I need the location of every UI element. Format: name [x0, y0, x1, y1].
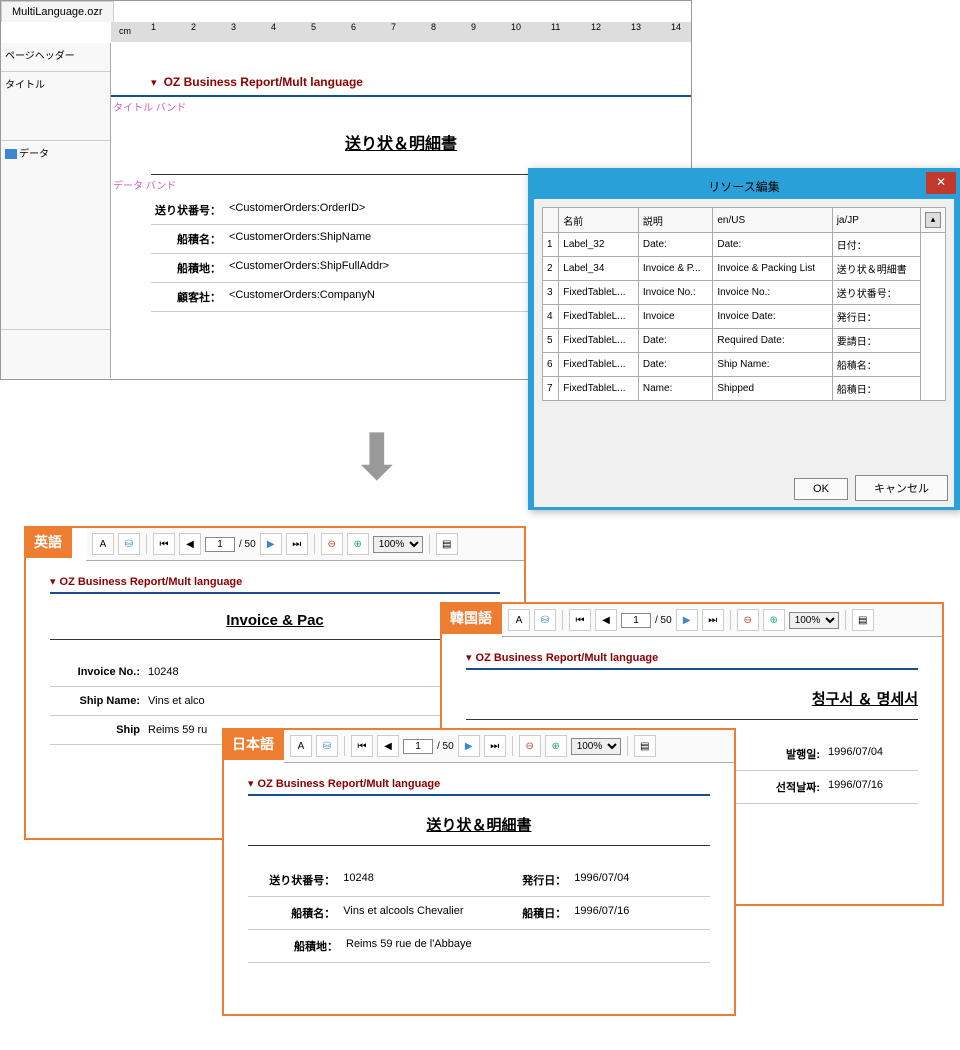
table-row: 7FixedTableL...Name:Shipped船積日： [543, 377, 946, 401]
zoom-out-icon[interactable]: ⊖ [321, 533, 343, 555]
page-input[interactable] [621, 613, 651, 628]
preview-japanese: 日本語 A ⛁ ⏮ ◀ / 50 ▶ ⏭ ⊖ ⊕ 100% ▤ ▾OZ Busi… [222, 728, 736, 1016]
lang-tag-en: 英語 [24, 526, 72, 558]
first-page-icon[interactable]: ⏮ [569, 609, 591, 631]
prev-page-icon[interactable]: ◀ [179, 533, 201, 555]
ruler-unit: cm [119, 26, 131, 36]
lang-tag-ja: 日本語 [222, 728, 284, 760]
title-band-label: タイトル バンド [111, 97, 691, 116]
tool-extra-icon[interactable]: ▤ [634, 735, 656, 757]
page-input[interactable] [403, 739, 433, 754]
next-page-icon[interactable]: ▶ [458, 735, 480, 757]
page-header-band[interactable]: ▾ OZ Business Report/Mult language [111, 69, 691, 97]
preview-toolbar: A ⛁ ⏮ ◀ / 50 ▶ ⏭ ⊖ ⊕ 100% ▤ [502, 604, 942, 637]
page-input[interactable] [205, 537, 235, 552]
table-row: 3FixedTableL...Invoice No.:Invoice No.:送… [543, 281, 946, 305]
doc-title-en: Invoice & Pac [50, 612, 500, 640]
zoom-in-icon[interactable]: ⊕ [763, 609, 785, 631]
close-button[interactable]: ✕ [926, 172, 956, 194]
first-page-icon[interactable]: ⏮ [153, 533, 175, 555]
tool-a-icon[interactable]: A [508, 609, 530, 631]
tool-extra-icon[interactable]: ▤ [436, 533, 458, 555]
zoom-select[interactable]: 100% [789, 612, 839, 629]
table-row: 1Label_32Date:Date:日付： [543, 233, 946, 257]
header-text: OZ Business Report/Mult language [164, 75, 363, 89]
zoom-in-icon[interactable]: ⊕ [545, 735, 567, 757]
sidebar-title[interactable]: タイトル [1, 72, 110, 141]
scroll-up-icon[interactable]: ▴ [925, 212, 941, 228]
zoom-in-icon[interactable]: ⊕ [347, 533, 369, 555]
last-page-icon[interactable]: ⏭ [484, 735, 506, 757]
band-sidebar: ページヘッダー タイトル データ [1, 43, 111, 378]
last-page-icon[interactable]: ⏭ [702, 609, 724, 631]
prev-page-icon[interactable]: ◀ [377, 735, 399, 757]
file-tab[interactable]: MultiLanguage.ozr [1, 1, 114, 22]
sidebar-page-header[interactable]: ページヘッダー [1, 43, 110, 72]
lang-tag-ko: 韓国語 [440, 602, 502, 634]
tool-db-icon[interactable]: ⛁ [316, 735, 338, 757]
ruler: cm 1 2 3 4 5 6 7 8 9 10 11 12 13 14 [111, 22, 691, 42]
preview-toolbar: A ⛁ ⏮ ◀ / 50 ▶ ⏭ ⊖ ⊕ 100% ▤ [86, 528, 524, 561]
tool-extra-icon[interactable]: ▤ [852, 609, 874, 631]
sidebar-data[interactable]: データ [1, 141, 110, 330]
data-icon [5, 149, 17, 159]
next-page-icon[interactable]: ▶ [260, 533, 282, 555]
zoom-out-icon[interactable]: ⊖ [737, 609, 759, 631]
table-row: 4FixedTableL...InvoiceInvoice Date:発行日： [543, 305, 946, 329]
zoom-out-icon[interactable]: ⊖ [519, 735, 541, 757]
preview-toolbar: A ⛁ ⏮ ◀ / 50 ▶ ⏭ ⊖ ⊕ 100% ▤ [284, 730, 734, 763]
zoom-select[interactable]: 100% [571, 738, 621, 755]
resource-edit-dialog: リソース編集 ✕ 名前 説明 en/US ja/JP ▴ 1Label_32Da… [528, 168, 960, 510]
resource-grid[interactable]: 名前 説明 en/US ja/JP ▴ 1Label_32Date:Date:日… [542, 207, 946, 401]
table-row: 5FixedTableL...Date:Required Date:要請日： [543, 329, 946, 353]
cancel-button[interactable]: キャンセル [855, 475, 948, 501]
table-row: 2Label_34Invoice & P...Invoice & Packing… [543, 257, 946, 281]
tool-a-icon[interactable]: A [92, 533, 114, 555]
prev-page-icon[interactable]: ◀ [595, 609, 617, 631]
zoom-select[interactable]: 100% [373, 536, 423, 553]
last-page-icon[interactable]: ⏭ [286, 533, 308, 555]
tool-db-icon[interactable]: ⛁ [118, 533, 140, 555]
page-total: / 50 [239, 539, 256, 550]
doc-title-ja: 送り状＆明細書 [248, 814, 710, 846]
tool-a-icon[interactable]: A [290, 735, 312, 757]
tool-db-icon[interactable]: ⛁ [534, 609, 556, 631]
collapse-icon: ▾ [151, 76, 157, 89]
ok-button[interactable]: OK [794, 478, 848, 500]
next-page-icon[interactable]: ▶ [676, 609, 698, 631]
first-page-icon[interactable]: ⏮ [351, 735, 373, 757]
doc-title[interactable]: 送り状＆明細書 [151, 116, 651, 168]
table-row: 6FixedTableL...Date:Ship Name:船積名： [543, 353, 946, 377]
dialog-title: リソース編集 ✕ [534, 174, 954, 199]
arrow-down-icon: ⬇ [350, 420, 404, 495]
doc-title-ko: 청구서 ＆ 명세서 [466, 688, 918, 720]
